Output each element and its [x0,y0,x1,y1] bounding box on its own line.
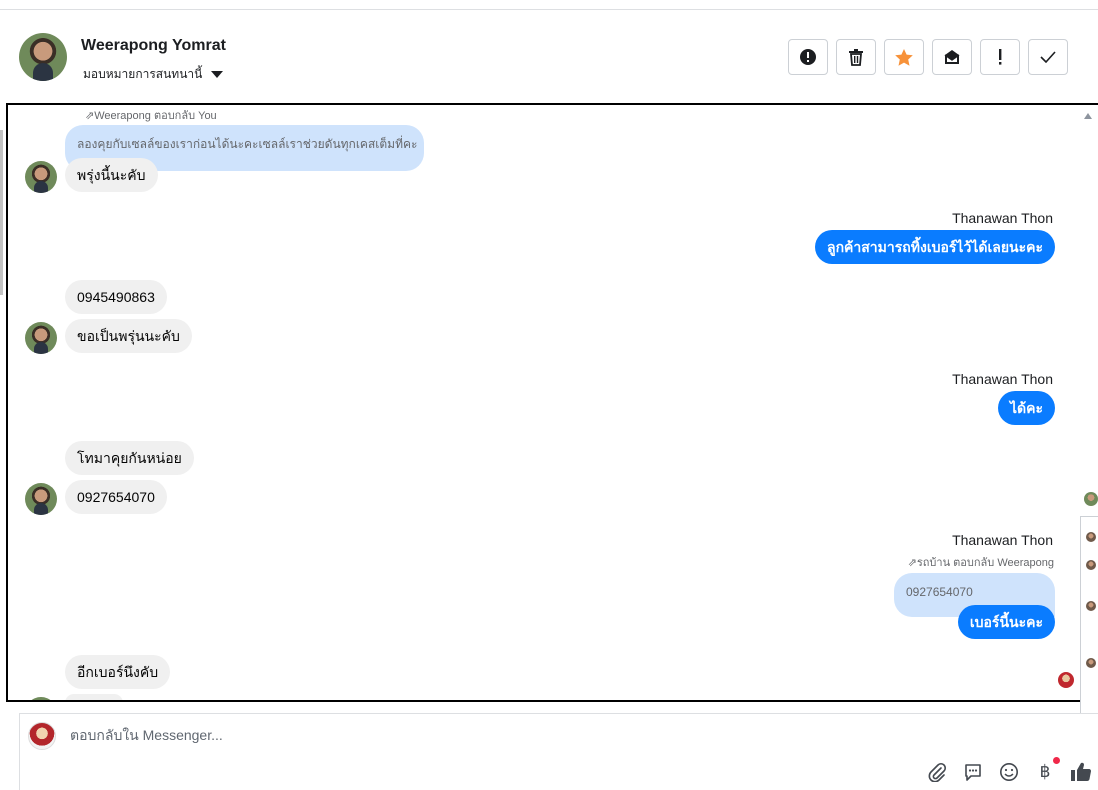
sender-name: Thanawan Thon [952,210,1053,226]
star-icon [895,48,913,66]
mark-spam-button[interactable] [788,39,828,75]
reply-arrow-icon: ⇗ [907,557,917,569]
mark-done-button[interactable] [1028,39,1068,75]
emoji-icon [1000,763,1018,781]
reply-composer: ฿ [19,713,1098,790]
paperclip-icon [928,762,947,782]
mini-avatar [1086,532,1096,542]
assign-conversation-dropdown[interactable]: มอบหมายการสนทนานี้ [83,65,224,84]
payment-button[interactable]: ฿ [1034,757,1060,783]
message-thread: ⇗Weerapong ตอบกลับ You ลองคุยกับเซลล์ของ… [6,103,1098,702]
mark-unread-button[interactable] [932,39,972,75]
saved-reply-button[interactable] [962,761,984,783]
sender-name: Thanawan Thon [952,371,1053,387]
incoming-message[interactable]: ขอเป็นพรุ่นนะคับ [65,319,192,353]
incoming-message[interactable]: 0927654070 [65,480,167,514]
reply-arrow-icon: ⇗ [85,110,95,122]
delete-button[interactable] [836,39,876,75]
reply-indicator: ⇗Weerapong ตอบกลับ You [85,110,217,122]
follow-up-button[interactable] [980,39,1020,75]
reply-indicator: ⇗รถบ้าน ตอบกลับ Weerapong [907,557,1054,569]
incoming-message[interactable]: โทมาคุยกันหน่อย [65,441,194,475]
exclamation-icon [999,49,1002,65]
envelope-icon [944,50,960,64]
contact-avatar[interactable] [19,33,67,81]
conversation-toolbar [788,39,1068,75]
emoji-button[interactable] [998,761,1020,783]
sender-name: Thanawan Thon [952,532,1053,548]
page-scrollbar[interactable] [0,130,3,295]
sender-avatar[interactable] [25,161,57,193]
outgoing-message[interactable]: ได้คะ [997,391,1055,425]
assign-label: มอบหมายการสนทนานี้ [83,67,203,81]
mini-avatar [1086,601,1096,611]
seen-receipt-avatar [1058,672,1074,688]
reply-input[interactable] [68,726,768,744]
notification-dot [1053,757,1060,764]
alert-circle-icon [800,49,816,65]
mini-avatar [1086,560,1096,570]
trash-icon [849,49,863,66]
sender-avatar[interactable] [25,322,57,354]
side-panel-avatar[interactable] [1084,492,1098,506]
incoming-message[interactable]: อีกเบอร์นึงคับ [65,655,171,689]
contact-name[interactable]: Weerapong Yomrat [81,37,226,55]
sender-avatar[interactable] [25,483,57,515]
conversation-header: Weerapong Yomrat มอบหมายการสนทนานี้ [0,10,1098,102]
scroll-up-arrow-icon[interactable] [1084,113,1092,119]
sender-avatar[interactable] [25,697,57,700]
baht-icon: ฿ [1039,762,1051,782]
mini-avatar [1086,658,1096,668]
outgoing-message[interactable]: เบอร์นี้นะคะ [957,605,1055,639]
saved-reply-icon [965,764,981,781]
incoming-message-partial[interactable] [65,694,123,700]
composer-actions: ฿ [926,757,1092,783]
caret-down-icon [211,71,224,78]
page-avatar [28,722,56,750]
outgoing-message[interactable]: ลูกค้าสามารถทิ้งเบอร์ไว้ได้เลยนะคะ [814,230,1055,264]
check-icon [1040,51,1056,63]
like-button[interactable] [1070,761,1092,783]
thumbs-up-icon [1071,762,1092,782]
attach-button[interactable] [926,761,948,783]
incoming-message[interactable]: พรุ่งนี้นะคับ [65,158,158,192]
star-button[interactable] [884,39,924,75]
incoming-message[interactable]: 0945490863 [65,280,167,314]
